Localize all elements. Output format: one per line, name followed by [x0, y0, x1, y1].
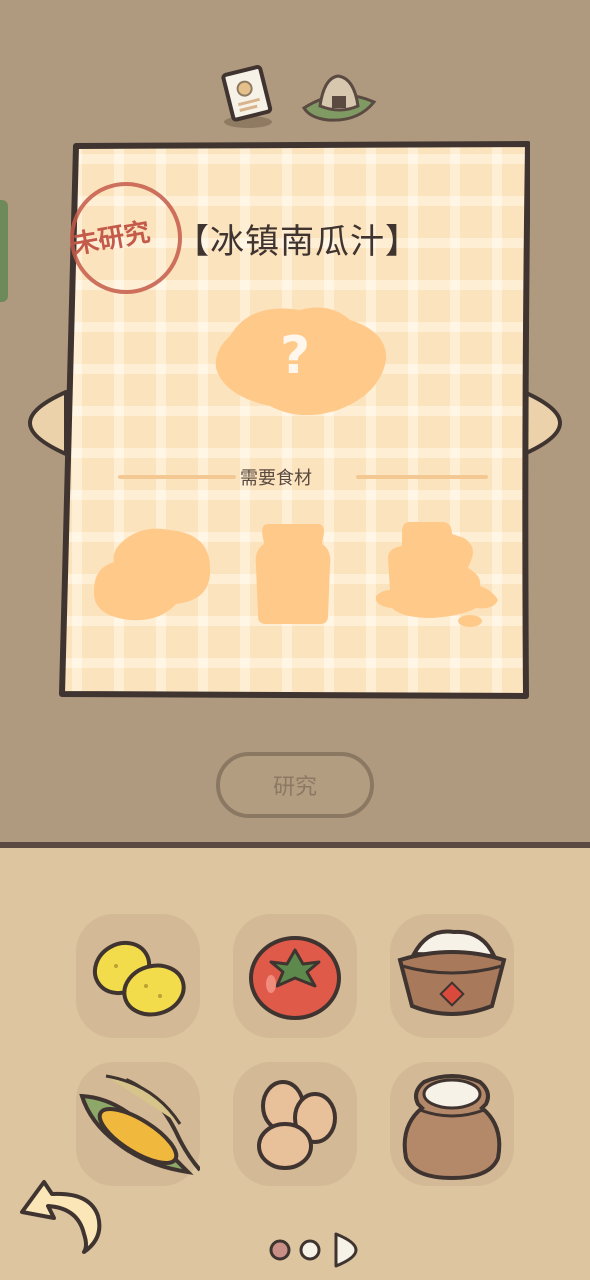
flour-sack-icon — [402, 1074, 502, 1181]
back-arrow-icon[interactable] — [14, 1172, 104, 1256]
ingredient-slot-rice[interactable] — [390, 914, 514, 1038]
rice-bowl-icon — [397, 929, 507, 1016]
corn-icon — [79, 1074, 202, 1175]
tomato-icon — [249, 936, 341, 1020]
label-line-right — [356, 475, 488, 479]
page-indicator — [269, 1232, 358, 1268]
page-dot-3 — [334, 1232, 358, 1268]
ingredient-slot-corn[interactable] — [76, 1062, 202, 1186]
ingredient-slot-tomato[interactable] — [233, 914, 357, 1038]
label-line-left — [118, 475, 236, 479]
note-icon[interactable] — [216, 64, 280, 130]
ingredients-label: 需要食材 — [240, 468, 312, 489]
panel-divider — [0, 842, 590, 848]
page-dot-1 — [269, 1239, 291, 1261]
page-dot-2 — [299, 1239, 321, 1261]
onigiri-icon[interactable] — [298, 68, 380, 124]
mystery-mark: ? — [280, 326, 311, 386]
research-button[interactable]: 研究 — [216, 752, 374, 818]
recipe-title: 【冰镇南瓜汁】 — [175, 222, 420, 262]
ingredient-slot-flour[interactable] — [390, 1062, 514, 1186]
ingredient-slot-eggs[interactable] — [233, 1062, 357, 1186]
research-button-label: 研究 — [272, 775, 317, 800]
side-tab[interactable] — [0, 200, 8, 302]
ingredient-slot-lemon[interactable] — [76, 914, 200, 1038]
ingredient-silhouette-1 — [93, 528, 211, 621]
ingredient-silhouette-2 — [255, 524, 331, 624]
lemon-icon — [92, 940, 186, 1017]
eggs-icon — [257, 1080, 337, 1170]
ingredient-silhouette-3 — [375, 522, 498, 627]
